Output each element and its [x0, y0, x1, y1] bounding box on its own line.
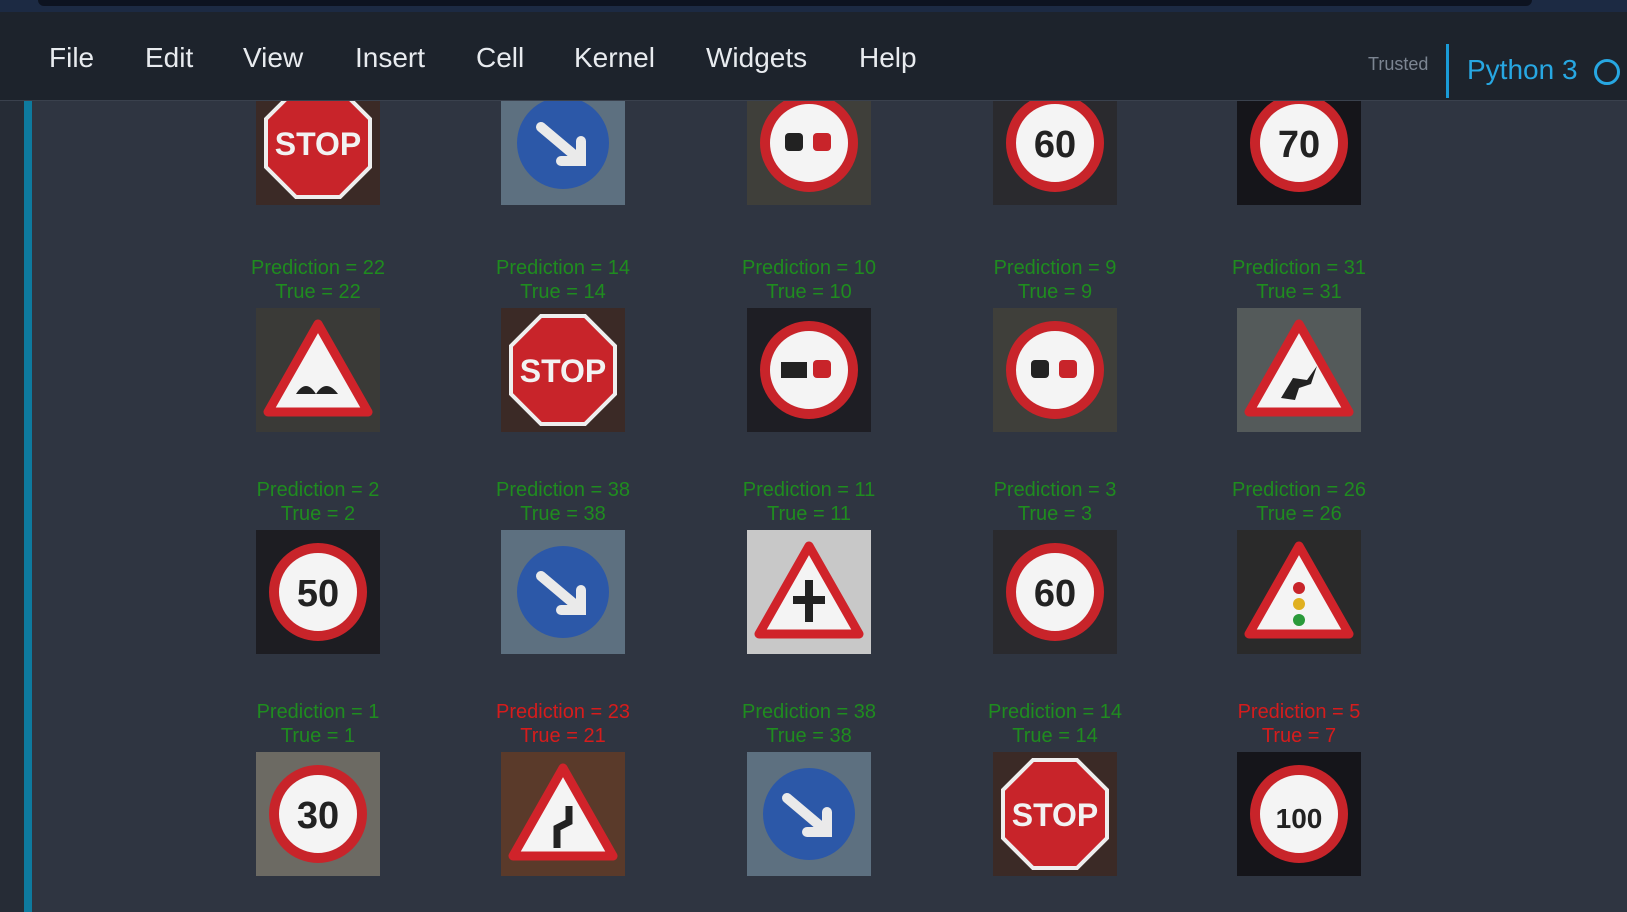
- svg-text:STOP: STOP: [520, 353, 607, 389]
- prediction-caption: Prediction = 3 True = 3: [955, 478, 1155, 526]
- prediction-label: Prediction = 3: [993, 479, 1117, 501]
- true-label: True = 7: [1261, 725, 1337, 747]
- true-label: True = 21: [520, 725, 606, 747]
- prediction-caption: Prediction = 26 True = 26: [1199, 478, 1399, 526]
- prediction-label: Prediction = 31: [1232, 257, 1366, 279]
- menu-view[interactable]: View: [243, 42, 303, 74]
- speed-limit-30-image: 30: [256, 752, 380, 876]
- speed-limit-50-image: 50: [256, 530, 380, 654]
- no-passing-image: [747, 101, 871, 205]
- kernel-separator: [1446, 44, 1449, 98]
- true-label: True = 31: [1256, 281, 1342, 303]
- true-label: True = 9: [1017, 281, 1093, 303]
- true-label: True = 3: [1017, 503, 1093, 525]
- svg-text:50: 50: [297, 573, 339, 615]
- true-label: True = 38: [520, 503, 606, 525]
- prediction-label: Prediction = 14: [496, 257, 630, 279]
- svg-text:STOP: STOP: [275, 126, 362, 162]
- trafficals-sign-image: [1237, 530, 1361, 654]
- svg-text:60: 60: [1034, 124, 1076, 166]
- kernel-name[interactable]: Python 3: [1467, 54, 1578, 86]
- kernel-status-icon: [1594, 59, 1620, 85]
- prediction-caption: Prediction = 11 True = 11: [709, 478, 909, 526]
- svg-text:70: 70: [1278, 124, 1320, 166]
- browser-top-strip: [0, 0, 1627, 12]
- prediction-label: Prediction = 2: [256, 479, 380, 501]
- true-label: True = 26: [1256, 503, 1342, 525]
- prediction-label: Prediction = 23: [496, 701, 630, 723]
- left-gutter: [0, 101, 24, 912]
- prediction-caption: Prediction = 38 True = 38: [709, 700, 909, 748]
- keep-right-image: [501, 530, 625, 654]
- true-label: True = 2: [280, 503, 356, 525]
- bumpy-road-image: [256, 308, 380, 432]
- prediction-label: Prediction = 38: [742, 701, 876, 723]
- menu-edit[interactable]: Edit: [145, 42, 193, 74]
- prediction-caption: Prediction = 23 True = 21: [463, 700, 663, 748]
- prediction-caption: Prediction = 38 True = 38: [463, 478, 663, 526]
- true-label: True = 38: [766, 725, 852, 747]
- speed-limit-60-image: 60: [993, 101, 1117, 205]
- double-curve-image: [501, 752, 625, 876]
- menu-cell[interactable]: Cell: [476, 42, 524, 74]
- svg-text:100: 100: [1276, 803, 1323, 834]
- keep-right-image: [747, 752, 871, 876]
- menu-kernel[interactable]: Kernel: [574, 42, 655, 74]
- menu-help[interactable]: Help: [859, 42, 917, 74]
- speed-limit-100-image: 100: [1237, 752, 1361, 876]
- prediction-caption: Prediction = 5 True = 7: [1199, 700, 1399, 748]
- prediction-caption: Prediction = 14 True = 14: [463, 256, 663, 304]
- prediction-caption: Prediction = 10 True = 10: [709, 256, 909, 304]
- svg-text:60: 60: [1034, 573, 1076, 615]
- cell-output-area: STOP 60 70 Prediction = 22 True = 22 Predi…: [32, 101, 1627, 912]
- prediction-label: Prediction = 10: [742, 257, 876, 279]
- prediction-caption: Prediction = 9 True = 9: [955, 256, 1155, 304]
- true-label: True = 10: [766, 281, 852, 303]
- svg-text:30: 30: [297, 795, 339, 837]
- right-of-way-image: [747, 530, 871, 654]
- prediction-caption: Prediction = 14 True = 14: [955, 700, 1155, 748]
- true-label: True = 11: [767, 503, 851, 525]
- prediction-label: Prediction = 22: [251, 257, 385, 279]
- svg-text:STOP: STOP: [1012, 797, 1099, 833]
- true-label: True = 22: [275, 281, 361, 303]
- true-label: True = 14: [520, 281, 606, 303]
- notebook-header-bar: [38, 0, 1532, 6]
- prediction-label: Prediction = 26: [1232, 479, 1366, 501]
- prediction-label: Prediction = 9: [993, 257, 1117, 279]
- no-passing-trucks-image: [747, 308, 871, 432]
- stop-image: STOP: [501, 308, 625, 432]
- true-label: True = 1: [280, 725, 356, 747]
- prediction-label: Prediction = 5: [1237, 701, 1361, 723]
- menu-widgets[interactable]: Widgets: [706, 42, 807, 74]
- prediction-caption: Prediction = 2 True = 2: [218, 478, 418, 526]
- prediction-label: Prediction = 38: [496, 479, 630, 501]
- prediction-caption: Prediction = 1 True = 1: [218, 700, 418, 748]
- menu-bar: File Edit View Insert Cell Kernel Widget…: [0, 12, 1627, 101]
- speed-limit-60-image: 60: [993, 530, 1117, 654]
- menu-file[interactable]: File: [49, 42, 94, 74]
- no-passing-image: [993, 308, 1117, 432]
- prediction-caption: Prediction = 31 True = 31: [1199, 256, 1399, 304]
- trusted-indicator[interactable]: Trusted: [1368, 54, 1428, 75]
- menu-insert[interactable]: Insert: [355, 42, 425, 74]
- prediction-label: Prediction = 1: [256, 701, 380, 723]
- true-label: True = 14: [1012, 725, 1098, 747]
- speed-limit-70-image: 70: [1237, 101, 1361, 205]
- stop-image: STOP: [993, 752, 1117, 876]
- keep-right-image: [501, 101, 625, 205]
- prediction-caption: Prediction = 22 True = 22: [218, 256, 418, 304]
- cell-selected-indicator: [24, 101, 32, 912]
- wild-animals-crossing-image: [1237, 308, 1361, 432]
- prediction-label: Prediction = 14: [988, 701, 1122, 723]
- prediction-label: Prediction = 11: [742, 479, 876, 501]
- stop-image: STOP: [256, 101, 380, 205]
